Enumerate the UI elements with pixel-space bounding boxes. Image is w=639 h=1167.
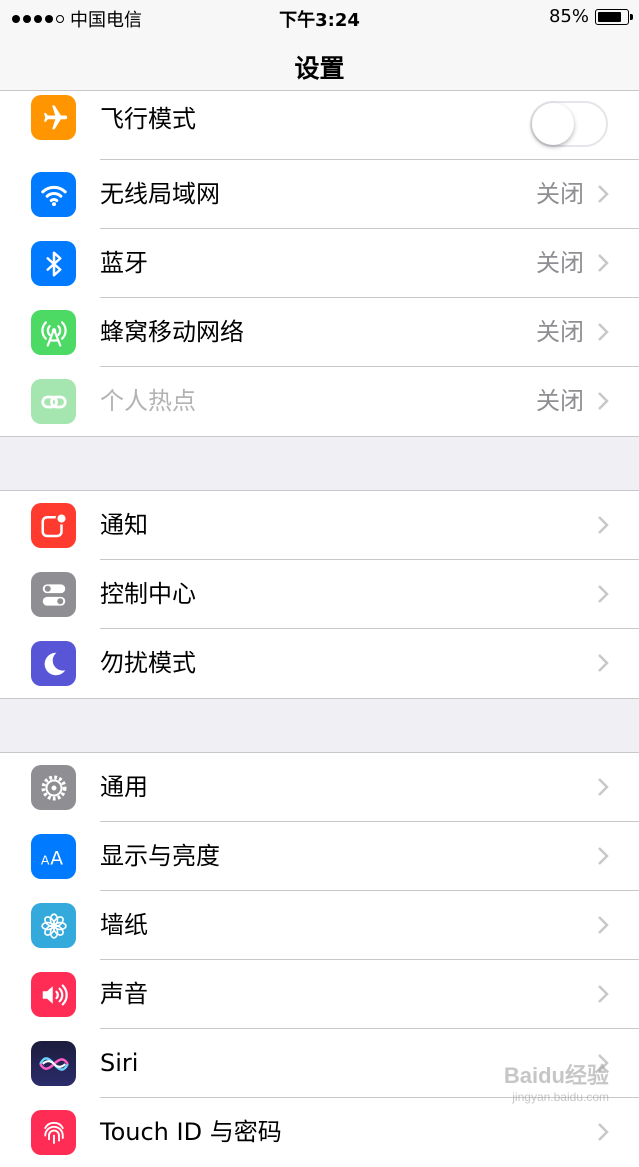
settings-row-label: 声音	[100, 980, 148, 1008]
speaker-icon	[31, 972, 76, 1017]
settings-row-value: 关闭	[536, 387, 584, 415]
siri-icon	[31, 1041, 76, 1086]
chevron-right-icon	[598, 1123, 609, 1141]
chevron-right-icon	[598, 516, 609, 534]
settings-row-touch-id[interactable]: Touch ID 与密码	[0, 1098, 639, 1167]
settings-row-label: 通知	[100, 511, 148, 539]
fingerprint-icon	[31, 1110, 76, 1155]
chevron-right-icon	[598, 254, 609, 272]
settings-row-label: Touch ID 与密码	[100, 1118, 282, 1146]
settings-row-value: 关闭	[536, 249, 584, 277]
chevron-right-icon	[598, 778, 609, 796]
settings-row-label: 蓝牙	[100, 249, 148, 277]
status-bar: 中国电信 下午3:24 85%	[0, 0, 639, 34]
wallpaper-icon	[31, 903, 76, 948]
settings-row-label: 飞行模式	[100, 105, 196, 133]
control-center-icon	[31, 572, 76, 617]
chevron-right-icon	[598, 847, 609, 865]
watermark-text: Baidu经验	[503, 1063, 609, 1088]
wifi-icon	[31, 172, 76, 217]
system-group: 通知 控制中心 勿扰模式	[0, 490, 639, 699]
chevron-right-icon	[598, 654, 609, 672]
settings-row-label: 无线局域网	[100, 180, 220, 208]
airplane-icon	[31, 95, 76, 140]
settings-row-value: 关闭	[536, 180, 584, 208]
settings-row-display-brightness[interactable]: AA 显示与亮度	[0, 822, 639, 891]
settings-row-label: 个人热点	[100, 387, 196, 415]
chevron-right-icon	[598, 985, 609, 1003]
settings-row-do-not-disturb[interactable]: 勿扰模式	[0, 629, 639, 698]
settings-row-wallpaper[interactable]: 墙纸	[0, 891, 639, 960]
settings-row-personal-hotspot[interactable]: 个人热点 关闭	[0, 367, 639, 436]
chevron-right-icon	[598, 585, 609, 603]
settings-row-cellular[interactable]: 蜂窝移动网络 关闭	[0, 298, 639, 367]
chevron-right-icon	[598, 185, 609, 203]
settings-row-bluetooth[interactable]: 蓝牙 关闭	[0, 229, 639, 298]
hotspot-icon	[31, 379, 76, 424]
settings-row-wifi[interactable]: 无线局域网 关闭	[0, 160, 639, 229]
chevron-right-icon	[598, 916, 609, 934]
settings-row-label: 勿扰模式	[100, 649, 196, 677]
battery-percent: 85%	[548, 6, 589, 27]
moon-icon	[31, 641, 76, 686]
settings-row-label: 蜂窝移动网络	[100, 318, 244, 346]
settings-row-control-center[interactable]: 控制中心	[0, 560, 639, 629]
connectivity-group: 飞行模式 无线局域网 关闭 蓝牙 关闭 蜂窝移动网络 关闭 个人热点 关闭	[0, 90, 639, 437]
battery-icon	[595, 8, 633, 25]
bluetooth-icon	[31, 241, 76, 286]
cellular-icon	[31, 310, 76, 355]
page-title: 设置	[294, 53, 345, 83]
notifications-icon	[31, 503, 76, 548]
settings-row-label: 通用	[100, 773, 148, 801]
settings-row-label: Siri	[100, 1049, 139, 1077]
gear-icon	[31, 765, 76, 810]
battery-area: 85%	[548, 6, 633, 27]
settings-row-label: 墙纸	[100, 911, 148, 939]
airplane-mode-toggle[interactable]	[530, 101, 608, 147]
settings-row-airplane-mode[interactable]: 飞行模式	[0, 91, 639, 160]
status-time: 下午3:24	[279, 10, 360, 31]
settings-row-notifications[interactable]: 通知	[0, 491, 639, 560]
settings-row-value: 关闭	[536, 318, 584, 346]
watermark-subtext: jingyan.baidu.com	[512, 1090, 609, 1104]
settings-row-label: 显示与亮度	[100, 842, 220, 870]
baidu-watermark: Baidu经验 jingyan.baidu.com	[491, 1058, 609, 1108]
settings-row-general[interactable]: 通用	[0, 753, 639, 822]
display-icon: AA	[31, 834, 76, 879]
settings-row-sounds[interactable]: 声音	[0, 960, 639, 1029]
svg-text:A: A	[40, 852, 49, 867]
chevron-right-icon	[598, 323, 609, 341]
svg-text:A: A	[50, 848, 63, 869]
settings-row-label: 控制中心	[100, 580, 196, 608]
chevron-right-icon	[598, 392, 609, 410]
